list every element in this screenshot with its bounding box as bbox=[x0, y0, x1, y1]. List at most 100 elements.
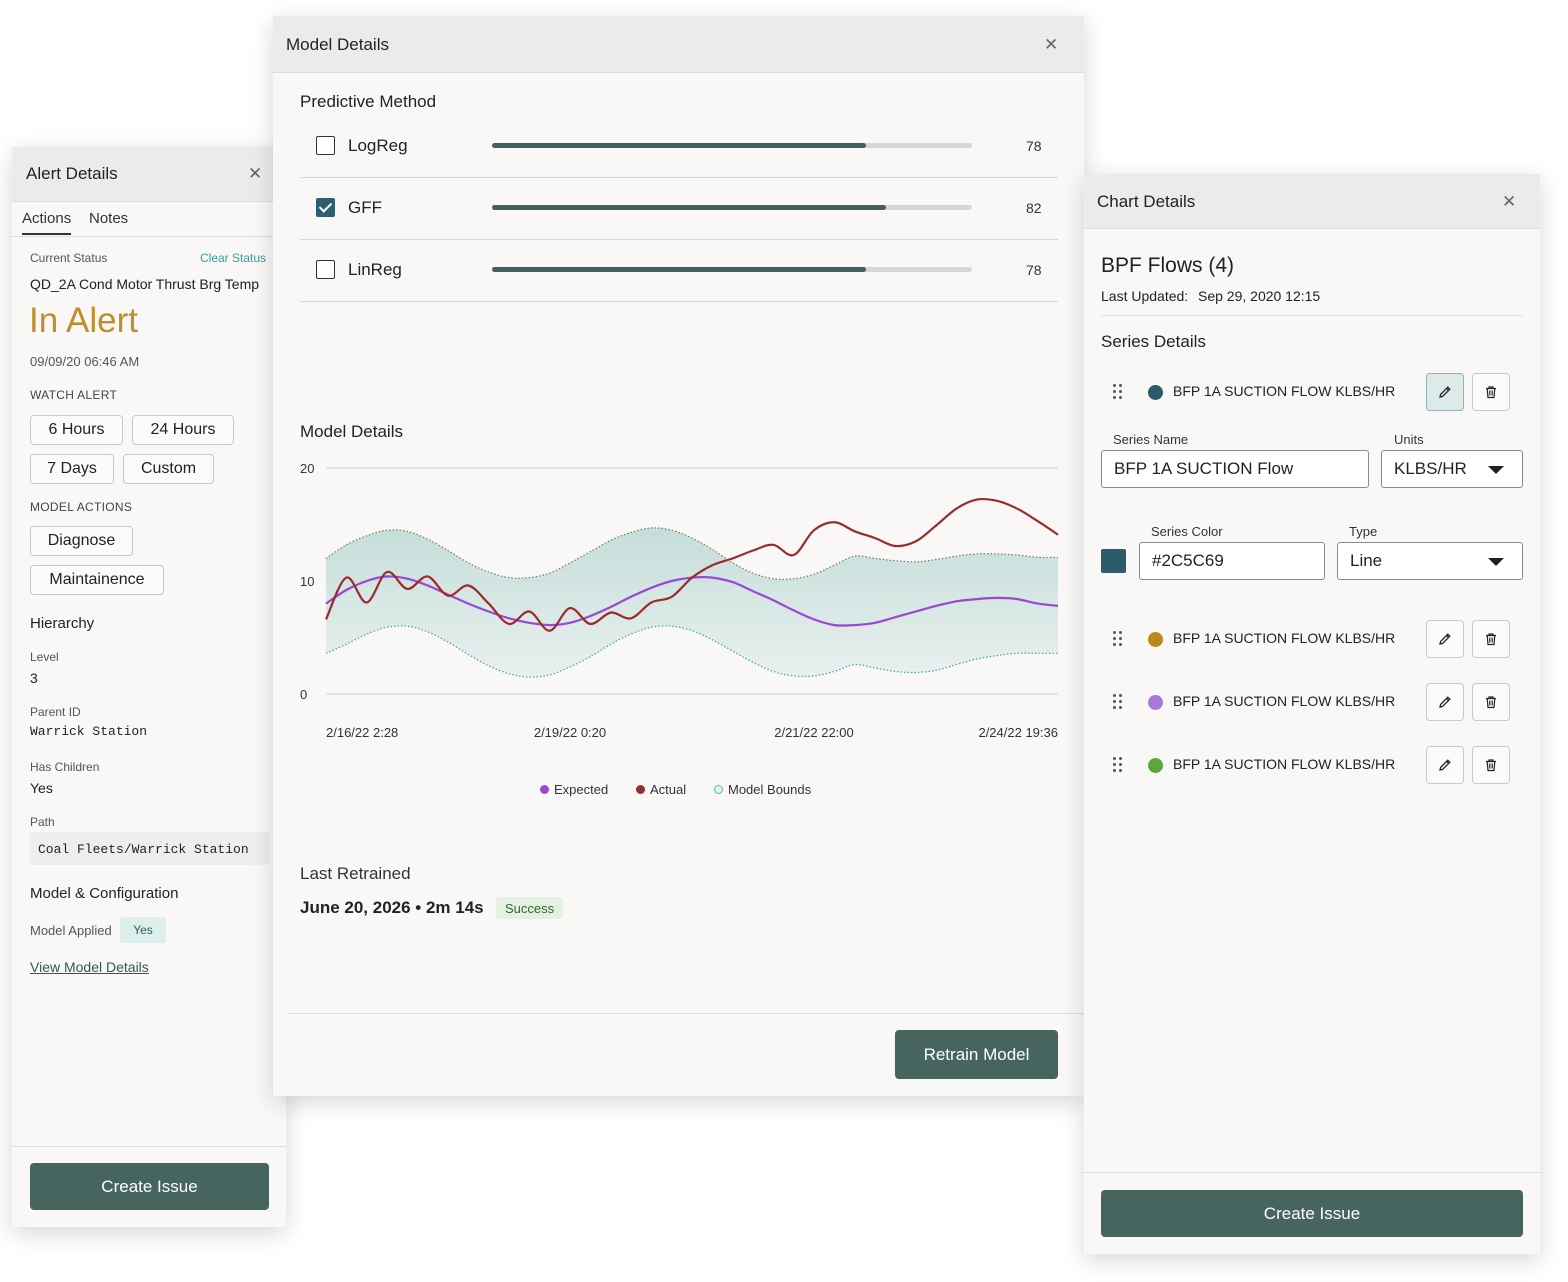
edit-series-button[interactable] bbox=[1426, 373, 1464, 411]
last-updated-label: Last Updated: bbox=[1101, 288, 1189, 304]
x-tick-label: 2/24/22 19:36 bbox=[978, 725, 1058, 740]
chevron-down-icon bbox=[1488, 466, 1504, 474]
path-value: Coal Fleets/Warrick Station bbox=[38, 842, 249, 857]
series-row: BFP 1A SUCTION FLOW KLBS/HR bbox=[1112, 746, 1512, 786]
method-score-fill bbox=[492, 267, 867, 272]
parent-id-value: Warrick Station bbox=[30, 724, 148, 739]
method-score: 78 bbox=[1026, 138, 1042, 154]
drag-handle-icon[interactable] bbox=[1112, 693, 1124, 711]
series-color-dot bbox=[1148, 695, 1163, 710]
tab-notes[interactable]: Notes bbox=[89, 210, 128, 227]
drag-handle-icon[interactable] bbox=[1112, 383, 1124, 401]
maintainence-button[interactable]: Maintainence bbox=[30, 565, 164, 595]
alert-create-issue-button[interactable]: Create Issue bbox=[30, 1163, 269, 1210]
has-children-value: Yes bbox=[30, 780, 53, 796]
chart-footer-divider bbox=[1084, 1172, 1540, 1173]
series-color-label: Series Color bbox=[1151, 524, 1223, 539]
series-name-label: Series Name bbox=[1113, 432, 1189, 447]
view-model-details-link[interactable]: View Model Details bbox=[30, 959, 149, 975]
series-row: BFP 1A SUCTION FLOW KLBS/HR bbox=[1112, 683, 1512, 723]
edit-series-button[interactable] bbox=[1426, 746, 1464, 784]
legend-actual-label: Actual bbox=[650, 782, 687, 797]
method-checkbox[interactable] bbox=[316, 198, 335, 217]
drag-handle-icon[interactable] bbox=[1112, 630, 1124, 648]
method-score-fill bbox=[492, 143, 867, 148]
method-checkbox[interactable] bbox=[316, 260, 335, 279]
delete-series-button[interactable] bbox=[1472, 620, 1510, 658]
method-checkbox[interactable] bbox=[316, 136, 335, 155]
chart-panel-header: Chart Details ✕ bbox=[1084, 174, 1540, 229]
series-name-input[interactable]: BFP 1A SUCTION Flow bbox=[1101, 450, 1369, 488]
retrain-model-button[interactable]: Retrain Model bbox=[895, 1030, 1058, 1079]
watch-6-hours-button[interactable]: 6 Hours bbox=[30, 415, 123, 445]
close-icon[interactable]: ✕ bbox=[1044, 35, 1058, 55]
retrain-status-badge: Success bbox=[496, 897, 564, 919]
series-row: BFP 1A SUCTION FLOW KLBS/HR bbox=[1112, 373, 1512, 413]
clear-status-link[interactable]: Clear Status bbox=[200, 251, 266, 265]
trash-icon bbox=[1486, 696, 1496, 709]
series-color-input[interactable]: #2C5C69 bbox=[1139, 542, 1325, 580]
drag-handle-icon[interactable] bbox=[1112, 756, 1124, 774]
delete-series-button[interactable] bbox=[1472, 373, 1510, 411]
close-icon[interactable]: ✕ bbox=[1502, 192, 1516, 212]
diagnose-button[interactable]: Diagnose bbox=[30, 526, 133, 556]
series-color-dot bbox=[1148, 632, 1163, 647]
alert-status: In Alert bbox=[29, 301, 138, 340]
alert-footer-divider bbox=[12, 1146, 286, 1147]
units-select[interactable]: KLBS/HR bbox=[1381, 450, 1523, 488]
edit-series-button[interactable] bbox=[1426, 620, 1464, 658]
chart-panel-title: Chart Details bbox=[1097, 192, 1196, 211]
pencil-icon bbox=[1439, 696, 1451, 708]
delete-series-button[interactable] bbox=[1472, 683, 1510, 721]
chart-create-issue-button[interactable]: Create Issue bbox=[1101, 1190, 1523, 1237]
legend-bounds-swatch bbox=[714, 785, 723, 794]
model-chart: 0 10 20 2/16/22 2:28 2/19/22 0:20 2/21/22 22… bbox=[300, 461, 1059, 740]
last-retrained-value: June 20, 2026 • 2m 14s bbox=[300, 898, 484, 917]
type-value: Line bbox=[1350, 551, 1383, 570]
close-icon[interactable]: ✕ bbox=[248, 164, 262, 184]
watch-24-hours-button[interactable]: 24 Hours bbox=[132, 415, 234, 445]
model-applied-label: Model Applied bbox=[30, 923, 112, 938]
method-row: GFF 82 bbox=[300, 178, 1058, 240]
pencil-icon bbox=[1439, 759, 1451, 771]
hierarchy-heading: Hierarchy bbox=[30, 615, 95, 632]
legend-model-bounds: Model Bounds bbox=[714, 782, 811, 797]
type-label: Type bbox=[1349, 524, 1378, 539]
series-color-swatch[interactable] bbox=[1101, 549, 1126, 573]
legend-expected-label: Expected bbox=[554, 782, 609, 797]
y-tick-label: 0 bbox=[300, 687, 307, 702]
edit-series-button[interactable] bbox=[1426, 683, 1464, 721]
x-tick-label: 2/19/22 0:20 bbox=[534, 725, 606, 740]
chart-heading: Model Details bbox=[300, 422, 403, 441]
chevron-down-icon bbox=[1488, 558, 1504, 566]
type-select[interactable]: Line bbox=[1337, 542, 1523, 580]
trash-icon bbox=[1486, 759, 1496, 772]
legend-bounds-label: Model Bounds bbox=[728, 782, 812, 797]
watch-custom-button[interactable]: Custom bbox=[123, 454, 214, 484]
method-name: GFF bbox=[348, 198, 382, 217]
method-score: 78 bbox=[1026, 262, 1042, 278]
y-tick-label: 20 bbox=[300, 461, 314, 476]
trash-icon bbox=[1486, 633, 1496, 646]
legend-expected-swatch bbox=[540, 785, 549, 794]
method-row: LinReg 78 bbox=[300, 240, 1058, 302]
watch-7-days-button[interactable]: 7 Days bbox=[30, 454, 114, 484]
method-score-fill bbox=[492, 205, 886, 210]
pencil-icon bbox=[1439, 633, 1451, 645]
model-details-panel: Model Details ✕ Predictive Method LogReg… bbox=[273, 16, 1084, 1096]
x-tick-label: 2/16/22 2:28 bbox=[326, 725, 398, 740]
series-name: BFP 1A SUCTION FLOW KLBS/HR bbox=[1173, 383, 1396, 399]
method-name: LinReg bbox=[348, 260, 402, 279]
method-score-bar bbox=[492, 205, 972, 210]
model-config-heading: Model & Configuration bbox=[30, 885, 179, 902]
model-panel-header: Model Details ✕ bbox=[273, 16, 1084, 73]
legend-actual-swatch bbox=[636, 785, 645, 794]
series-name: BFP 1A SUCTION FLOW KLBS/HR bbox=[1173, 693, 1396, 709]
tab-actions[interactable]: Actions bbox=[22, 210, 72, 235]
delete-series-button[interactable] bbox=[1472, 746, 1510, 784]
chart-details-panel: Chart Details ✕ BPF Flows (4) Last Updat… bbox=[1084, 174, 1540, 1254]
trash-icon bbox=[1486, 386, 1496, 399]
tabs-divider bbox=[12, 236, 286, 237]
series-row: BFP 1A SUCTION FLOW KLBS/HR bbox=[1112, 620, 1512, 660]
series-color-dot bbox=[1148, 385, 1163, 400]
